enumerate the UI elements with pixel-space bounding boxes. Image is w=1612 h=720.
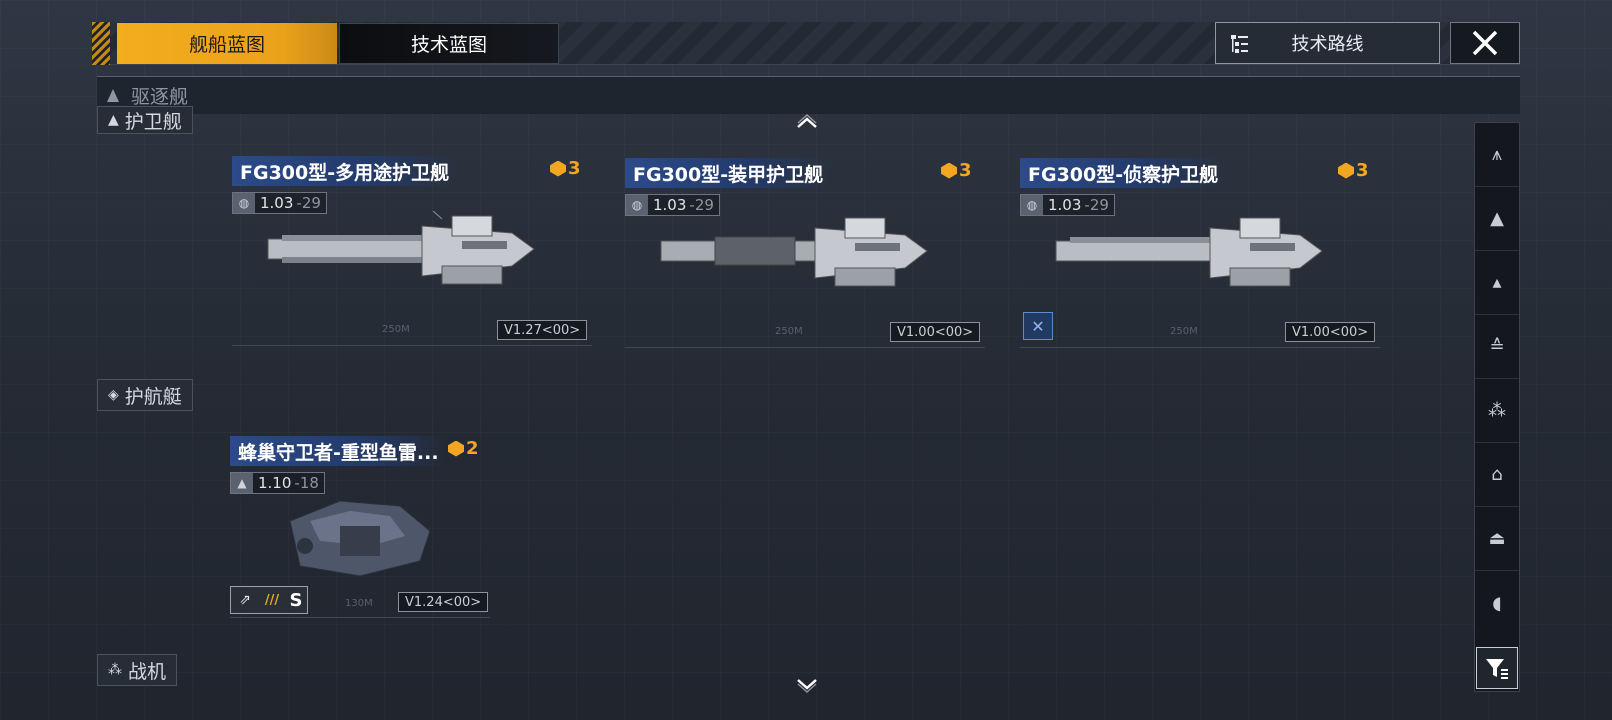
tree-list-icon — [1231, 35, 1248, 53]
cost-value: 3 — [568, 158, 581, 179]
rail-battleship-icon[interactable]: ⩚ — [1475, 123, 1519, 187]
blueprint-footer: 130M V1.24<00> — [230, 578, 490, 618]
rail-carrier-icon[interactable]: ⌂ — [1475, 443, 1519, 507]
ship-image — [267, 211, 535, 285]
section-label-corvette: 护航艇 — [124, 385, 182, 408]
ship-title: FG300型-侦察护卫舰 — [1020, 158, 1227, 188]
section-label-escort: 护卫舰 — [124, 110, 182, 133]
rail-cruiser-icon[interactable]: ▲ — [1475, 187, 1519, 251]
ship-class-rail: ⩚ ▲ ▴ ≙ ⁂ ⌂ ⏏ ◖ — [1474, 122, 1520, 692]
hazard-stripe — [92, 22, 110, 65]
version-number: 1.03 — [1048, 196, 1082, 214]
version-number: 1.03 — [653, 196, 687, 214]
blueprint-gem-icon — [941, 162, 957, 179]
version-sub: -18 — [294, 474, 319, 492]
globe-icon: ◍ — [233, 193, 255, 213]
corvette-class-icon: ◈ — [108, 387, 119, 403]
section-tag-fighter[interactable]: ⁂ 战机 — [97, 654, 178, 686]
section-tag-escort[interactable]: ▲ 护卫舰 — [97, 106, 193, 134]
category-header-destroyer[interactable]: 驱逐舰 — [97, 76, 1520, 114]
ship-card[interactable]: FG300型-多用途护卫舰 3 ◍ 1.03 -29 250M V1.27<00… — [232, 156, 592, 356]
rail-support-icon[interactable]: ⏏ — [1475, 507, 1519, 571]
globe-icon: ◍ — [626, 195, 648, 215]
blueprint-gem-icon — [1338, 162, 1354, 179]
rail-frigate-icon[interactable]: ≙ — [1475, 315, 1519, 379]
ship-image — [1055, 217, 1323, 287]
blueprint-footer: ✕ 250M V1.00<00> — [1020, 308, 1380, 348]
version-number: 1.10 — [258, 474, 292, 492]
cost-value: 2 — [466, 438, 479, 459]
blueprint-footer: 250M V1.27<00> — [232, 306, 592, 346]
blueprint-gem-icon — [448, 440, 464, 457]
ship-cost: 3 — [1338, 160, 1369, 181]
tab-tech-blueprint[interactable]: 技术蓝图 — [339, 23, 559, 64]
ship-cost: 3 — [550, 158, 581, 179]
scale-label: 250M — [775, 326, 803, 337]
scale-label: 250M — [382, 324, 410, 335]
version-sub: -29 — [689, 196, 714, 214]
ship-card[interactable]: FG300型-装甲护卫舰 3 ◍ 1.03 -29 250M V1.00<00> — [625, 158, 985, 358]
category-label: 驱逐舰 — [131, 86, 189, 108]
rail-destroyer-icon[interactable]: ▴ — [1475, 251, 1519, 315]
blueprint-footer: 250M V1.00<00> — [625, 308, 985, 348]
ship-title: FG300型-多用途护卫舰 — [232, 156, 458, 186]
fighter-class-icon: ⁂ — [108, 662, 122, 678]
blueprint-version: V1.00<00> — [890, 322, 981, 342]
close-icon — [1472, 30, 1498, 56]
section-tag-corvette[interactable]: ◈ 护航艇 — [97, 379, 193, 411]
blueprint-version: V1.00<00> — [1285, 322, 1376, 342]
cost-value: 3 — [1356, 160, 1369, 181]
ship-card[interactable]: 蜂巢守卫者-重型鱼雷... 2 ▲ 1.10 -18 ⇗ /// S 130M … — [230, 436, 590, 636]
scale-label: 130M — [345, 598, 373, 609]
ship-cost: 2 — [448, 438, 479, 459]
close-button[interactable] — [1450, 22, 1520, 64]
cost-value: 3 — [959, 160, 972, 181]
section-label-fighter: 战机 — [128, 660, 167, 683]
ship-image — [289, 500, 431, 577]
ship-title: 蜂巢守卫者-重型鱼雷... — [230, 436, 447, 466]
ship-image — [660, 217, 928, 287]
version-number: 1.03 — [260, 194, 294, 212]
filter-button[interactable] — [1476, 647, 1518, 689]
blueprint-gem-icon — [550, 160, 566, 177]
destroyer-class-icon — [107, 89, 119, 102]
globe-icon: ◍ — [1021, 195, 1043, 215]
scale-label: 250M — [1170, 326, 1198, 337]
ship-title: FG300型-装甲护卫舰 — [625, 158, 832, 188]
ship-cost: 3 — [941, 160, 972, 181]
blueprint-version: V1.27<00> — [497, 320, 588, 340]
chevron-up-icon[interactable] — [795, 112, 819, 136]
filter-icon — [1486, 659, 1508, 679]
tech-route-label: 技术路线 — [1291, 34, 1364, 55]
carrier-icon: ▲ — [231, 473, 253, 493]
chevron-down-icon[interactable] — [795, 675, 819, 699]
version-sub: -29 — [296, 194, 321, 212]
ship-card[interactable]: FG300型-侦察护卫舰 3 ◍ 1.03 -29 ✕ 250M V1.00<0… — [1020, 158, 1380, 358]
frigate-class-icon: ▲ — [108, 112, 119, 128]
rail-special-icon[interactable]: ◖ — [1475, 571, 1519, 635]
blueprint-version: V1.24<00> — [398, 592, 489, 612]
recon-icon: ✕ — [1023, 312, 1053, 340]
tab-ship-blueprint[interactable]: 舰船蓝图 — [117, 23, 337, 64]
tech-route-button[interactable]: 技术路线 — [1215, 22, 1440, 64]
version-sub: -29 — [1084, 196, 1109, 214]
rail-corvette-icon[interactable]: ⁂ — [1475, 379, 1519, 443]
